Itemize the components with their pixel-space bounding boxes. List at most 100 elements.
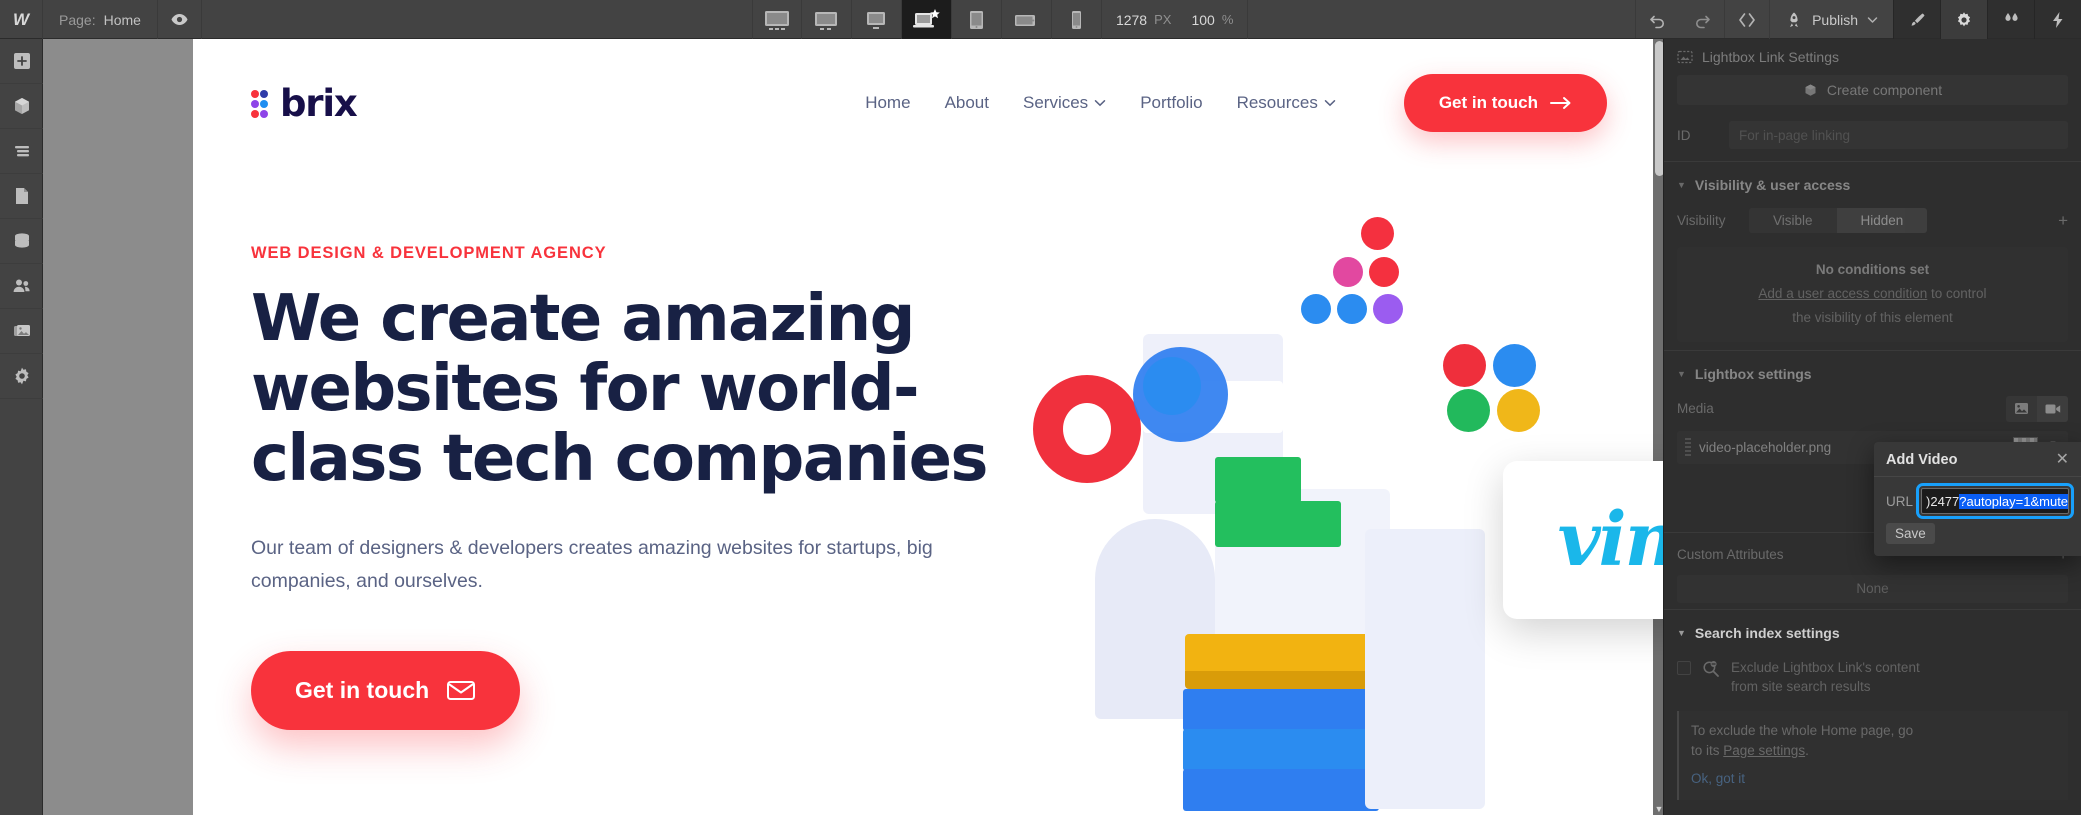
add-video-url-row: URL )2477?autoplay=1&muted=1 [1886,483,2074,519]
add-elements-button[interactable] [0,39,43,84]
site-navbar: brix Home About Services Portfolio Resou… [193,39,1663,167]
add-condition-link[interactable]: Add a user access condition [1758,286,1927,301]
visibility-visible-option[interactable]: Visible [1749,208,1837,233]
exclude-checkbox[interactable] [1677,660,1691,675]
navigator-button[interactable] [0,129,43,174]
page-document-icon [15,188,28,204]
add-video-header: Add Video ✕ [1874,442,2081,477]
publish-button[interactable]: Publish [1769,0,1893,39]
tip-line1: To exclude the whole Home page, go [1691,722,1914,738]
visibility-section-header[interactable]: ▼ Visibility & user access [1664,168,2081,202]
page-selector[interactable]: Page: Home [43,0,158,39]
breakpoint-tablet[interactable] [952,0,1002,39]
nav-cta-button[interactable]: Get in touch [1403,74,1607,132]
design-canvas[interactable]: Affects all resolutions Desktop brix [43,39,1663,815]
nav-link-resources[interactable]: Resources [1237,93,1336,113]
tip-dismiss-link[interactable]: Ok, got it [1691,769,2056,789]
nav-link-label: Resources [1236,93,1318,112]
breakpoint-desktop-lg[interactable] [802,0,852,39]
close-x-icon[interactable]: ✕ [2056,452,2069,468]
components-button[interactable] [0,84,43,129]
page-label: Page: [59,11,96,28]
people-icon [13,279,30,292]
nav-link-label: Services [1023,93,1089,112]
image-icon [2015,403,2028,415]
interactions-panel-button[interactable] [1987,0,2034,39]
undo-button[interactable] [1636,0,1680,39]
save-video-button[interactable]: Save [1886,523,1935,544]
users-button[interactable] [0,264,43,309]
breakpoint-desktop-xl[interactable] [751,0,802,39]
nav-cta-label: Get in touch [1438,93,1538,112]
scroll-down-arrow[interactable]: ▼ [1653,803,1663,815]
zoom-value: 100 [1191,11,1215,28]
id-label: ID [1677,127,1691,143]
hero-content: WEB DESIGN & DEVELOPMENT AGENCY We creat… [251,244,1031,730]
visibility-hidden-option[interactable]: Hidden [1836,208,1928,233]
hero-cta-button[interactable]: Get in touch [251,650,521,730]
cube-icon [14,98,29,114]
chevron-down-icon: ▼ [1677,180,1686,190]
canvas-width-value: 1278 [1115,11,1148,28]
database-icon [14,233,29,248]
nav-link-home[interactable]: Home [865,93,910,113]
nav-link-portfolio[interactable]: Portfolio [1140,93,1202,113]
layers-lines-icon [14,146,29,157]
lightbox-section-header[interactable]: ▼ Lightbox settings [1664,357,2081,391]
page-settings-link[interactable]: Page settings [1723,743,1805,758]
media-label: Media [1677,401,1714,417]
element-settings-title: Lightbox Link Settings [1702,49,1839,65]
zoom-unit: % [1221,12,1234,27]
effects-panel-button[interactable] [2034,0,2081,39]
canvas-scrollbar[interactable]: ▲ ▼ [1653,39,1663,815]
create-component-button[interactable]: Create component [1677,75,2068,105]
lightbox-icon [1677,50,1693,64]
media-video-tab[interactable] [2037,395,2068,422]
chevron-down-icon [1867,16,1878,23]
nav-link-about[interactable]: About [945,93,989,113]
add-condition-button[interactable]: + [2058,211,2068,231]
video-url-input[interactable]: )2477?autoplay=1&muted=1 [1916,483,2074,519]
breakpoint-mobile-landscape[interactable] [1002,0,1052,39]
brand-dots-icon [251,88,273,122]
site-settings-button[interactable] [0,354,43,399]
brand-name: brix [280,81,358,125]
gear-icon [14,367,29,385]
cube-icon [1805,84,1816,96]
visibility-section-label: Visibility & user access [1694,177,1851,193]
lightning-icon [2053,11,2063,28]
plus-square-icon [13,53,30,69]
scrollbar-thumb[interactable] [1655,41,1663,176]
vimeo-overlay-card: vimeo [1503,461,1663,619]
add-video-body: URL )2477?autoplay=1&muted=1 Save [1874,477,2081,556]
hero-heading: We create amazing websites for world-cla… [251,282,989,496]
breakpoint-mobile-portrait[interactable] [1052,0,1102,39]
id-input[interactable]: For in-page linking [1729,121,2068,149]
canvas-size-indicator[interactable]: 1278 PX 100 % [1102,0,1249,39]
pages-button[interactable] [0,174,43,219]
assets-button[interactable] [0,309,43,354]
create-component-label: Create component [1826,82,1943,98]
media-image-tab[interactable] [2006,395,2037,422]
redo-button[interactable] [1680,0,1724,39]
cms-button[interactable] [0,219,43,264]
nav-link-services[interactable]: Services [1023,93,1106,113]
drag-handle-icon[interactable] [1685,438,1691,457]
preview-toggle[interactable] [158,0,202,39]
site-preview[interactable]: brix Home About Services Portfolio Resou… [193,39,1663,815]
no-conditions-line1: Add a user access condition to control [1687,284,2058,305]
settings-panel-button[interactable] [1940,0,1987,39]
brand-logo[interactable]: brix [251,81,358,125]
breakpoint-desktop-base[interactable] [901,0,952,39]
webflow-logo[interactable]: W [0,0,43,39]
breakpoint-desktop-md[interactable] [852,0,902,39]
id-placeholder: For in-page linking [1739,127,1851,143]
search-index-section-header[interactable]: ▼ Search index settings [1664,616,2081,650]
code-export-button[interactable] [1725,0,1769,39]
images-icon [13,325,30,336]
style-panel-button[interactable] [1893,0,1940,39]
exclude-from-search-row[interactable]: Exclude Lightbox Link's content from sit… [1664,650,2081,705]
media-type-tabs [2006,395,2068,422]
webflow-logo-letter: W [12,9,30,29]
exclude-label-line2: from site search results [1731,679,1871,695]
